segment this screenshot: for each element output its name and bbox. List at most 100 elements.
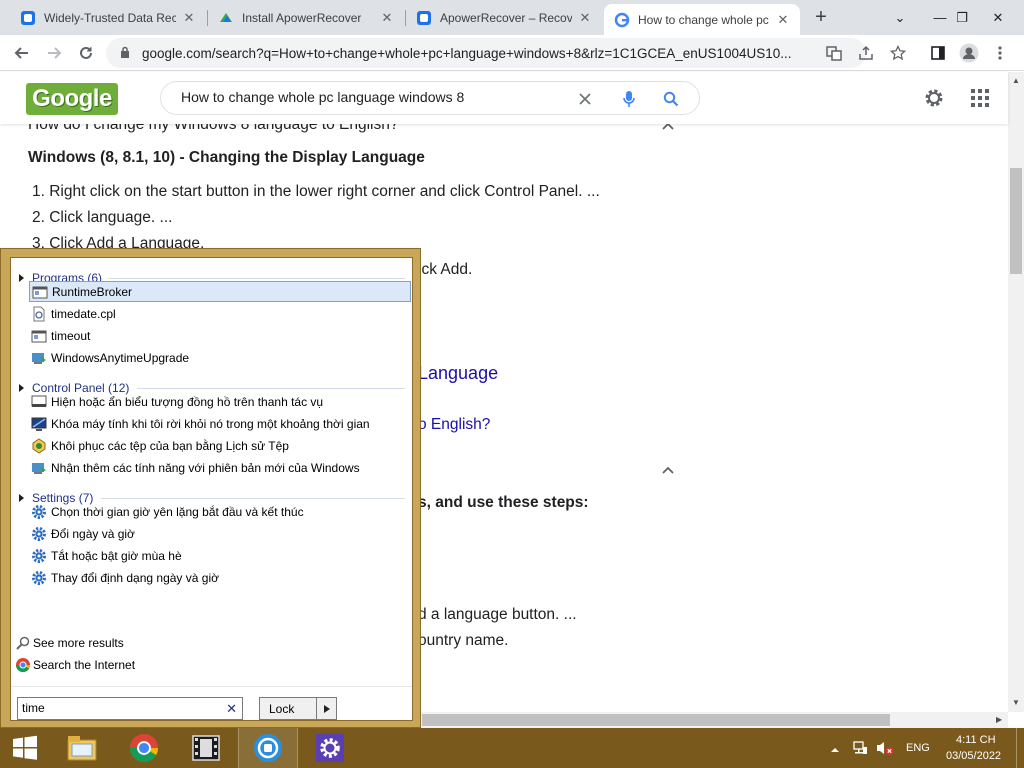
chrome-icon (129, 733, 159, 763)
clear-icon[interactable] (573, 87, 597, 111)
restore-button[interactable]: ❐ (942, 0, 982, 35)
tab-widely-trusted[interactable]: Widely-Trusted Data Recove ✕ (10, 0, 206, 35)
result-label: WindowsAnytimeUpgrade (51, 350, 190, 365)
chevron-up-icon (831, 748, 839, 752)
taskbar-icon (31, 395, 47, 407)
result-control-panel-item[interactable]: Khóa máy tính khi tôi rời khỏi nó trong … (29, 413, 411, 434)
close-icon[interactable]: ✕ (776, 12, 790, 28)
search-icon (16, 636, 30, 650)
partial-text: ick Add. (418, 261, 473, 278)
result-label: Khóa máy tính khi tôi rời khỏi nó trong … (51, 416, 370, 431)
address-bar[interactable]: google.com/search?q=How+to+change+whole+… (106, 38, 866, 68)
apowersoft-icon (21, 10, 35, 25)
result-setting-item[interactable]: Thay đổi định dạng ngày và giờ (29, 567, 411, 588)
search-internet-link[interactable]: Search the Internet (15, 655, 135, 675)
forward-button[interactable] (40, 39, 68, 67)
close-icon[interactable]: ✕ (380, 10, 394, 26)
browser-toolbar: google.com/search?q=How+to+change+whole+… (0, 35, 1024, 71)
profile-avatar-icon[interactable] (955, 39, 983, 67)
section-heading: Windows (8, 8.1, 10) - Changing the Disp… (28, 149, 425, 166)
result-label: Đổi ngày và giờ (51, 526, 135, 541)
horizontal-scrollbar[interactable]: ▶ (420, 712, 1008, 728)
partial-text: d a language button. ... (418, 606, 577, 623)
scroll-up-arrow-icon[interactable]: ▲ (1012, 76, 1020, 85)
result-windowsanytimeupgrade[interactable]: WindowsAnytimeUpgrade (29, 347, 411, 368)
search-icon[interactable] (659, 87, 683, 111)
result-label: Nhận thêm các tính năng với phiên bản mớ… (51, 460, 360, 475)
google-apps-icon[interactable] (970, 88, 990, 108)
scroll-down-arrow-icon[interactable]: ▼ (1012, 698, 1020, 707)
faq-question[interactable]: How do I change my Windows 8 language to… (28, 124, 399, 134)
tab-apowerrecover[interactable]: ApowerRecover – Recove ✕ (406, 0, 602, 35)
close-icon[interactable]: ✕ (578, 10, 592, 26)
chevron-up-icon[interactable] (661, 463, 675, 477)
power-options-arrow-button[interactable] (317, 697, 337, 720)
chevron-up-icon[interactable] (661, 124, 675, 133)
vertical-scrollbar[interactable]: ▲ ▼ (1008, 72, 1024, 712)
result-label: RuntimeBroker (52, 284, 133, 299)
result-link[interactable]: Language (418, 363, 498, 384)
google-logo[interactable]: Google (26, 83, 118, 115)
clock-date[interactable]: 03/05/2022 (946, 750, 1001, 762)
file-explorer-taskbar-button[interactable] (52, 728, 112, 768)
start-search-input[interactable] (22, 701, 212, 715)
tab-install-apowerrecover[interactable]: Install ApowerRecover ✕ (208, 0, 404, 35)
reload-button[interactable] (72, 39, 100, 67)
partial-text: ountry name. (418, 632, 509, 649)
see-more-results-link[interactable]: See more results (15, 633, 124, 653)
side-panel-icon[interactable] (924, 39, 952, 67)
result-control-panel-item[interactable]: Khôi phục các tệp của bạn bằng Lịch sử T… (29, 435, 411, 456)
back-button[interactable] (8, 39, 36, 67)
lock-icon (121, 46, 129, 58)
apowerrecover-taskbar-button[interactable] (238, 728, 298, 768)
related-question-link[interactable]: o English? (418, 416, 490, 434)
vertical-scroll-thumb[interactable] (1010, 168, 1022, 274)
tab-title: ApowerRecover – Recove (440, 10, 572, 25)
start-menu-results-panel: Programs (6) RuntimeBroker timedate.cpl … (10, 257, 413, 721)
google-search-box[interactable] (160, 81, 700, 115)
result-control-panel-item[interactable]: Hiện hoặc ẩn biểu tượng đồng hồ trên tha… (29, 391, 411, 412)
arrow-right-icon (48, 47, 62, 59)
video-editor-taskbar-button[interactable] (176, 728, 236, 768)
apowersoft-icon (417, 10, 431, 25)
clear-search-icon[interactable]: ✕ (226, 701, 237, 717)
input-language-indicator[interactable]: ENG (906, 742, 930, 754)
new-tab-button[interactable]: + (810, 6, 832, 28)
result-timedate-cpl[interactable]: timedate.cpl (29, 303, 411, 324)
result-setting-item[interactable]: Đổi ngày và giờ (29, 523, 411, 544)
network-tray-icon[interactable] (852, 740, 868, 756)
result-setting-item[interactable]: Chọn thời gian giờ yên lặng bắt đầu và k… (29, 501, 411, 522)
tab-title: Widely-Trusted Data Recove (44, 10, 176, 25)
result-control-panel-item[interactable]: Nhận thêm các tính năng với phiên bản mớ… (29, 457, 411, 478)
clock-time[interactable]: 4:11 CH (956, 734, 996, 746)
close-icon[interactable]: ✕ (182, 10, 196, 26)
result-timeout[interactable]: timeout (29, 325, 411, 346)
result-setting-item[interactable]: Tắt hoặc bật giờ mùa hè (29, 545, 411, 566)
settings-taskbar-button[interactable] (300, 728, 360, 768)
settings-gear-icon[interactable] (922, 86, 946, 110)
menu-kebab-icon[interactable] (986, 39, 1014, 67)
bookmark-star-icon[interactable] (884, 39, 912, 67)
search-internet-label: Search the Internet (33, 658, 136, 672)
translate-icon[interactable] (820, 39, 848, 67)
lock-button[interactable]: Lock (259, 697, 317, 720)
show-hidden-icons-button[interactable] (830, 742, 840, 752)
close-window-button[interactable]: ✕ (978, 0, 1018, 35)
result-label: Hiện hoặc ẩn biểu tượng đồng hồ trên tha… (51, 394, 324, 409)
windows-logo-icon (13, 735, 37, 760)
show-desktop-button[interactable] (1016, 728, 1024, 768)
google-search-input[interactable] (181, 89, 561, 105)
result-runtimebroker[interactable]: RuntimeBroker (29, 281, 411, 302)
scroll-right-arrow-icon[interactable]: ▶ (996, 715, 1002, 724)
volume-tray-icon[interactable] (876, 740, 894, 756)
taskbar: ENG 4:11 CH 03/05/2022 (0, 728, 1024, 768)
start-button[interactable] (0, 728, 50, 768)
share-icon[interactable] (852, 39, 880, 67)
step-item: 2. Click language. ... (32, 209, 173, 226)
tab-google-search[interactable]: How to change whole pc lan ✕ (604, 4, 800, 35)
microphone-icon[interactable] (617, 87, 641, 111)
start-search-box[interactable]: ✕ (17, 697, 243, 720)
chrome-taskbar-button[interactable] (114, 728, 174, 768)
horizontal-scroll-thumb[interactable] (422, 714, 890, 726)
tab-search-dropdown-button[interactable]: ⌄ (880, 0, 920, 35)
